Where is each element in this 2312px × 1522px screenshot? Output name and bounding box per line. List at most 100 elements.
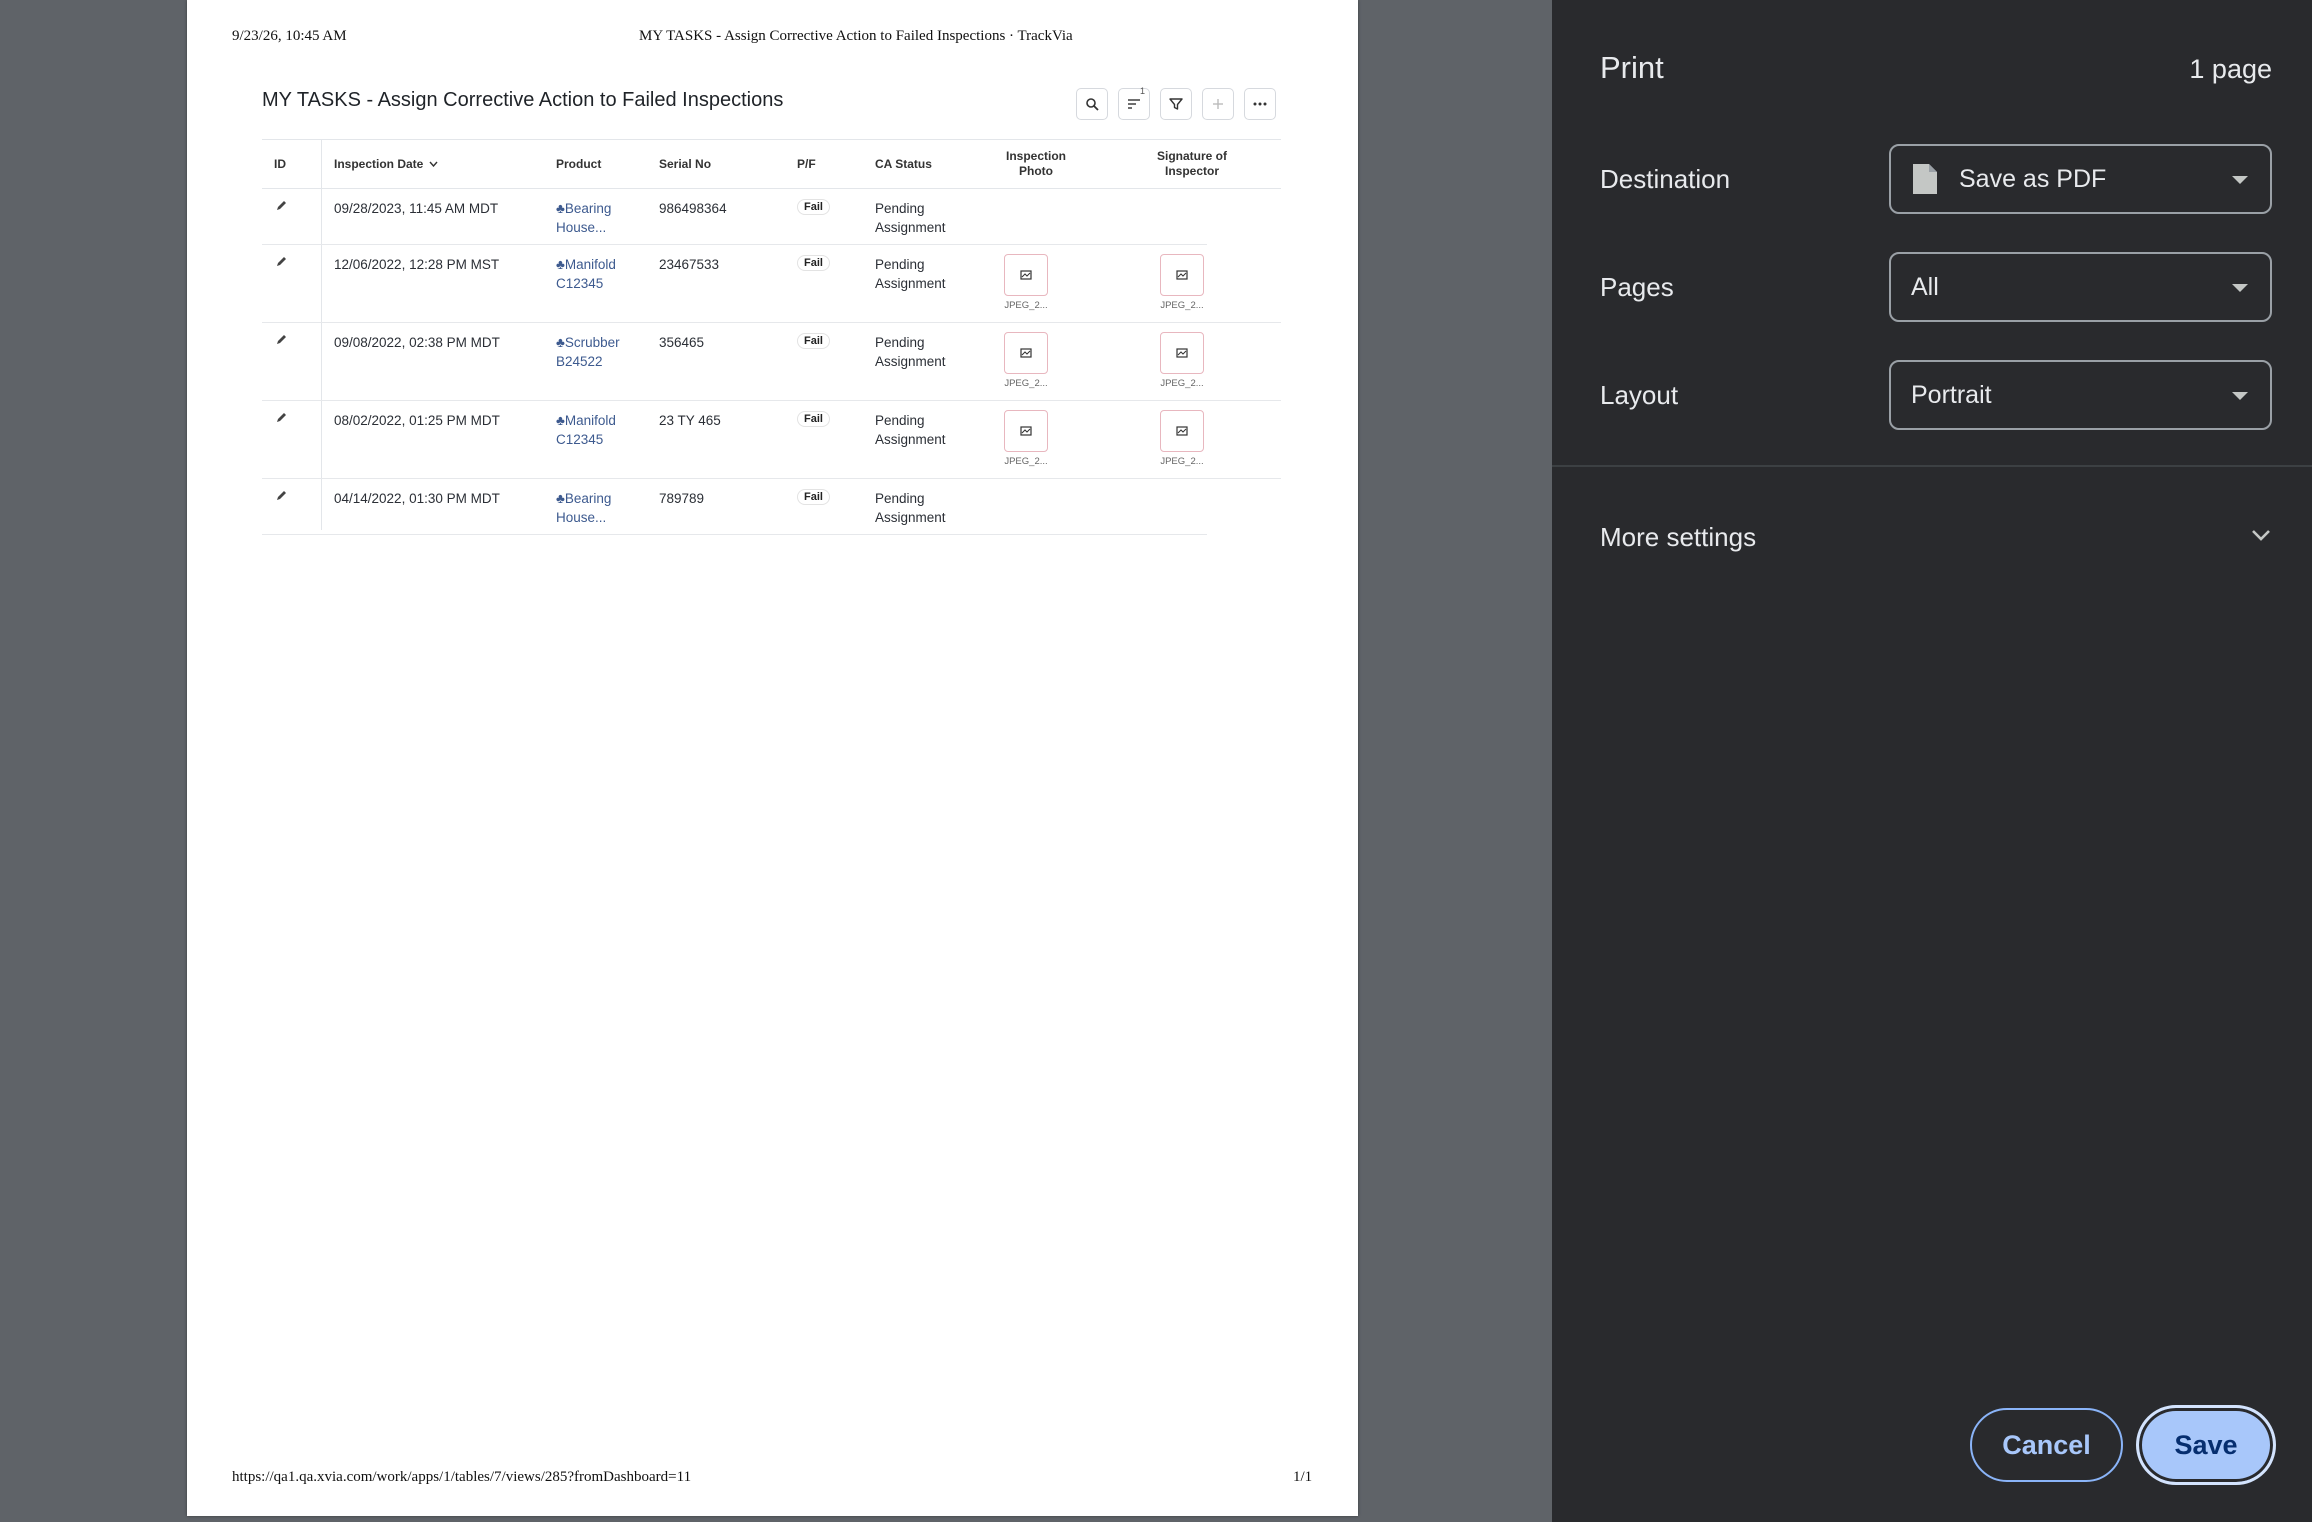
edit-icon[interactable] bbox=[276, 412, 287, 423]
filter-icon[interactable] bbox=[1160, 88, 1192, 120]
layout-value: Portrait bbox=[1911, 380, 1992, 409]
status-line1: Pending bbox=[875, 257, 925, 272]
column-header-label: Inspection bbox=[1005, 149, 1066, 163]
edit-icon[interactable] bbox=[276, 256, 287, 267]
photo-filename: JPEG_2... bbox=[1004, 300, 1048, 311]
image-icon bbox=[1176, 348, 1188, 358]
status-line1: Pending bbox=[875, 491, 925, 506]
table-row[interactable]: 04/14/2022, 01:30 PM MDT ♣Bearing House..… bbox=[262, 479, 1207, 535]
column-header-serial-no[interactable]: Serial No bbox=[659, 140, 711, 188]
status-line1: Pending bbox=[875, 413, 925, 428]
more-icon[interactable] bbox=[1244, 88, 1276, 120]
link-record-icon: ♣ bbox=[556, 201, 565, 216]
product-link[interactable]: ♣Manifold C12345 bbox=[556, 255, 616, 293]
column-header-label: Photo bbox=[1018, 164, 1053, 178]
layout-select[interactable]: Portrait bbox=[1889, 360, 2272, 430]
save-button[interactable]: Save bbox=[2136, 1405, 2276, 1485]
image-icon bbox=[1176, 426, 1188, 436]
edit-icon[interactable] bbox=[276, 200, 287, 211]
table-row[interactable]: 12/06/2022, 12:28 PM MST ♣Manifold C12345… bbox=[262, 245, 1281, 323]
column-header-inspection-date[interactable]: Inspection Date bbox=[334, 140, 438, 188]
dropdown-arrow-icon bbox=[2232, 284, 2248, 292]
image-icon bbox=[1020, 426, 1032, 436]
sort-desc-icon bbox=[429, 161, 438, 167]
status-line2: Assignment bbox=[875, 510, 946, 525]
table-row[interactable]: 09/28/2023, 11:45 AM MDT ♣Bearing House..… bbox=[262, 189, 1207, 245]
layout-label: Layout bbox=[1600, 380, 1679, 410]
search-icon[interactable] bbox=[1076, 88, 1108, 120]
pf-badge: Fail bbox=[797, 411, 830, 427]
ca-status-cell: Pending Assignment bbox=[875, 199, 946, 237]
section-divider bbox=[1552, 465, 2312, 467]
product-link[interactable]: ♣Scrubber B24522 bbox=[556, 333, 620, 371]
product-name: Bearing bbox=[564, 491, 612, 506]
link-record-icon: ♣ bbox=[556, 257, 565, 272]
table-row[interactable]: 08/02/2022, 01:25 PM MDT ♣Manifold C12345… bbox=[262, 401, 1281, 479]
link-record-icon: ♣ bbox=[556, 335, 565, 350]
destination-select[interactable]: Save as PDF bbox=[1889, 144, 2272, 214]
chevron-down-icon[interactable] bbox=[2250, 528, 2272, 542]
destination-label: Destination bbox=[1600, 164, 1731, 194]
column-header-id[interactable]: ID bbox=[274, 140, 286, 188]
more-settings-toggle[interactable]: More settings bbox=[1600, 522, 1756, 553]
column-header-product[interactable]: Product bbox=[556, 140, 601, 188]
column-header-label: Signature of bbox=[1156, 149, 1227, 163]
table-row[interactable]: 09/08/2022, 02:38 PM MDT ♣Scrubber B24522… bbox=[262, 323, 1281, 401]
destination-value: Save as PDF bbox=[1959, 164, 2107, 193]
product-name: Manifold bbox=[564, 413, 616, 428]
sort-icon[interactable]: 1 bbox=[1118, 86, 1150, 120]
print-title: Print bbox=[1600, 50, 1664, 85]
link-record-icon: ♣ bbox=[556, 491, 565, 506]
pf-badge: Fail bbox=[797, 333, 830, 349]
edit-icon[interactable] bbox=[276, 490, 287, 501]
ca-status-cell: Pending Assignment bbox=[875, 333, 946, 371]
column-header-inspection-photo[interactable]: Inspection Photo bbox=[986, 140, 1086, 188]
status-line2: Assignment bbox=[875, 276, 946, 291]
serial-no-cell: 356465 bbox=[659, 335, 705, 350]
sheet-count: 1 page bbox=[2189, 54, 2272, 84]
file-icon bbox=[1913, 164, 1937, 194]
plus-icon[interactable] bbox=[1202, 88, 1234, 120]
column-header-signature[interactable]: Signature of Inspector bbox=[1142, 140, 1242, 188]
edit-icon[interactable] bbox=[276, 334, 287, 345]
ca-status-cell: Pending Assignment bbox=[875, 255, 946, 293]
product-name-line2: C12345 bbox=[556, 276, 604, 291]
page-footer-url: https://qa1.qa.xvia.com/work/apps/1/tabl… bbox=[232, 1469, 692, 1485]
ca-status-cell: Pending Assignment bbox=[875, 489, 946, 527]
inspection-date-cell: 09/28/2023, 11:45 AM MDT bbox=[334, 201, 499, 216]
inspection-photo-thumbnail[interactable] bbox=[1004, 410, 1048, 452]
cancel-button[interactable]: Cancel bbox=[1970, 1408, 2123, 1482]
signature-thumbnail[interactable] bbox=[1160, 332, 1204, 374]
signature-filename: JPEG_2... bbox=[1160, 456, 1204, 467]
pages-select[interactable]: All bbox=[1889, 252, 2272, 322]
serial-no-cell: 23467533 bbox=[659, 257, 720, 272]
image-icon bbox=[1176, 270, 1188, 280]
table-header: ID Inspection Date Product Serial No P/F… bbox=[262, 139, 1281, 189]
product-name: Manifold bbox=[564, 257, 616, 272]
dropdown-arrow-icon bbox=[2232, 176, 2248, 184]
product-link[interactable]: ♣Bearing House... bbox=[556, 199, 611, 237]
status-line1: Pending bbox=[875, 201, 925, 216]
signature-filename: JPEG_2... bbox=[1160, 300, 1204, 311]
product-name-line2: House... bbox=[556, 220, 607, 235]
status-line2: Assignment bbox=[875, 354, 946, 369]
inspection-date-cell: 04/14/2022, 01:30 PM MDT bbox=[334, 491, 500, 506]
product-link[interactable]: ♣Bearing House... bbox=[556, 489, 611, 527]
print-settings-panel: Print 1 page Destination Save as PDF Pag… bbox=[1552, 0, 2312, 1522]
serial-no-cell: 986498364 bbox=[659, 201, 727, 216]
signature-thumbnail[interactable] bbox=[1160, 410, 1204, 452]
ca-status-cell: Pending Assignment bbox=[875, 411, 946, 449]
product-name-line2: House... bbox=[556, 510, 607, 525]
inspection-photo-thumbnail[interactable] bbox=[1004, 332, 1048, 374]
product-link[interactable]: ♣Manifold C12345 bbox=[556, 411, 616, 449]
dropdown-arrow-icon bbox=[2232, 392, 2248, 400]
column-header-ca-status[interactable]: CA Status bbox=[875, 140, 932, 188]
column-header-pf[interactable]: P/F bbox=[797, 140, 816, 188]
status-line2: Assignment bbox=[875, 220, 946, 235]
link-record-icon: ♣ bbox=[556, 413, 565, 428]
print-preview-area: 9/23/26, 10:45 AM MY TASKS - Assign Corr… bbox=[0, 0, 1552, 1522]
inspection-photo-thumbnail[interactable] bbox=[1004, 254, 1048, 296]
signature-thumbnail[interactable] bbox=[1160, 254, 1204, 296]
view-title: MY TASKS - Assign Corrective Action to F… bbox=[262, 89, 784, 111]
signature-filename: JPEG_2... bbox=[1160, 378, 1204, 389]
